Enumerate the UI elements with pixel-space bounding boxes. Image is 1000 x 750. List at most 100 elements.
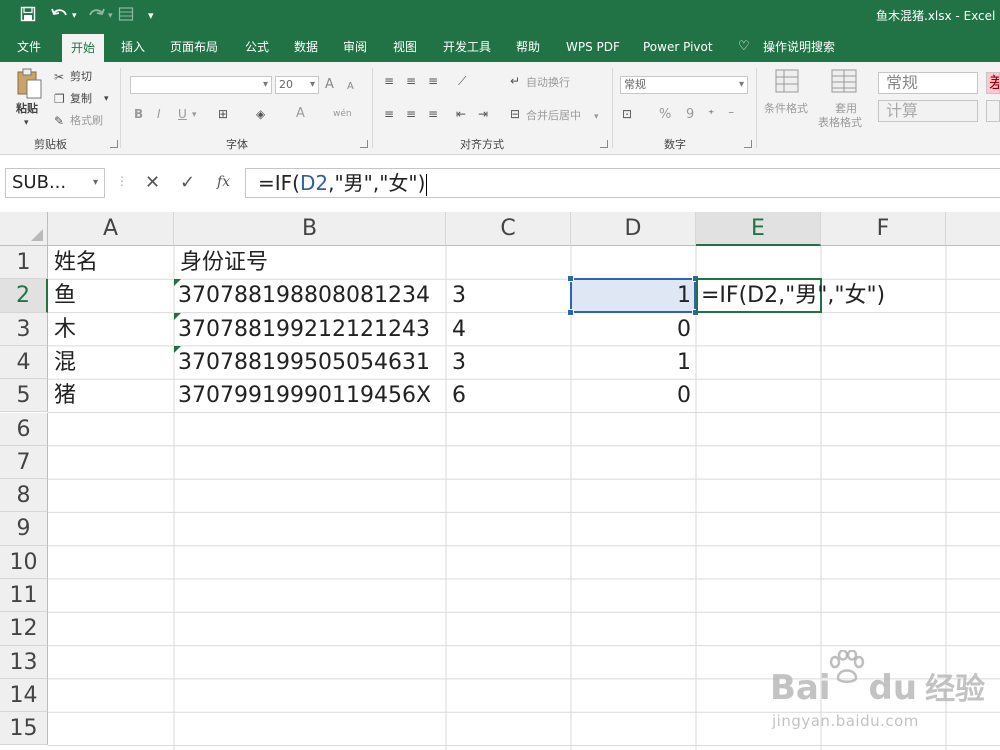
undo-dropdown-icon[interactable]: ▾ [72,6,77,26]
font-color-icon[interactable]: A [296,107,305,121]
cell-c4[interactable]: 3 [446,346,571,379]
orientation-icon[interactable]: ⟋ [458,74,466,88]
tab-formulas[interactable]: 公式 [245,32,269,62]
format-as-table-button[interactable]: 套用 表格格式 [818,68,874,148]
redo-dropdown-icon[interactable]: ▾ [108,6,113,26]
wrap-text-button[interactable]: 自动换行 [526,76,570,90]
paste-dropdown-icon[interactable]: ▾ [24,116,29,130]
row-header[interactable]: 14 [0,678,48,713]
save-icon[interactable] [20,6,36,27]
style-calculation[interactable]: 计算 [878,100,978,122]
row-header[interactable]: 5 [0,379,48,413]
select-all-button[interactable] [0,212,48,246]
row-header[interactable]: 7 [0,445,48,480]
tell-me-search[interactable]: 操作说明搜索 [763,32,835,62]
font-size-combo[interactable]: 20 ▾ [275,76,319,94]
row-header[interactable]: 10 [0,545,48,579]
row-header[interactable]: 4 [0,345,48,380]
copy-button[interactable]: 复制 [70,92,92,106]
clipboard-launcher-icon[interactable] [110,140,118,148]
tab-home[interactable]: 开始 [62,34,105,62]
underline-button[interactable]: U [178,107,187,121]
grow-font-icon[interactable]: A [325,78,334,92]
cell-d5[interactable]: 0 [571,379,696,412]
cell-c3[interactable]: 4 [446,313,571,346]
paste-button[interactable]: 粘贴 [14,68,44,116]
conditional-formatting-button[interactable]: 条件格式 [764,68,814,148]
column-header-c[interactable]: C [446,212,571,246]
shrink-font-icon[interactable]: A [347,80,354,94]
tab-help[interactable]: 帮助 [516,32,540,62]
alignment-launcher-icon[interactable] [600,140,608,148]
merge-dropdown-icon[interactable]: ▾ [594,110,599,124]
insert-function-icon[interactable]: fx [217,174,230,190]
increase-decimal-icon[interactable]: ⁺ [708,107,714,121]
formula-input[interactable]: =IF(D2,"男","女") [245,168,1000,198]
row-header[interactable]: 8 [0,479,48,513]
column-header-g[interactable] [946,212,1000,246]
decrease-decimal-icon[interactable]: ⁻ [728,107,734,121]
copy-dropdown-icon[interactable]: ▾ [104,92,109,106]
underline-dropdown-icon[interactable]: ▾ [192,108,197,122]
cell-a4[interactable]: 混 [48,346,174,379]
cell-c2[interactable]: 3 [446,279,571,312]
cell-a3[interactable]: 木 [48,313,174,346]
cell-c5[interactable]: 6 [446,379,571,412]
tab-file[interactable]: 文件 [17,32,41,62]
column-header-d[interactable]: D [571,212,696,246]
align-right-icon[interactable]: ≡ [428,107,438,121]
align-center-icon[interactable]: ≡ [406,107,416,121]
phonetic-icon[interactable]: wén [333,107,352,121]
align-top-icon[interactable]: ≡ [384,74,394,88]
row-header[interactable]: 1 [0,246,48,280]
cell-b3[interactable]: 370788199212121243 [174,312,446,346]
cell-a2[interactable]: 鱼 [48,279,174,312]
cell-b1[interactable]: 身份证号 [174,246,446,279]
comma-button[interactable]: 9 [686,108,694,122]
format-painter-button[interactable]: 格式刷 [70,114,103,128]
style-check-cell[interactable] [986,100,1000,122]
name-box[interactable]: SUB... ▾ [5,168,105,198]
cell-d3[interactable]: 0 [571,313,696,346]
row-header[interactable]: 2 [0,279,48,313]
borders-icon[interactable]: ⊞ [218,107,228,121]
accounting-icon[interactable]: ⊡ [622,107,632,121]
column-header-a[interactable]: A [48,212,174,246]
redo-icon[interactable] [86,6,106,27]
align-left-icon[interactable]: ≡ [384,107,394,121]
cut-button[interactable]: 剪切 [70,70,92,84]
font-launcher-icon[interactable] [360,140,368,148]
decrease-indent-icon[interactable]: ⇤ [456,107,466,121]
merge-center-button[interactable]: 合并后居中 [526,109,581,123]
row-header[interactable]: 12 [0,612,48,646]
cell-d4[interactable]: 1 [571,346,696,379]
font-name-combo[interactable]: ▾ [130,76,272,94]
cell-d2[interactable]: 1 [571,279,696,312]
column-header-b[interactable]: B [174,212,446,246]
number-format-combo[interactable]: 常规 ▾ [620,76,748,94]
cell-b2[interactable]: 370788198808081234 [174,279,446,312]
row-header[interactable]: 3 [0,312,48,346]
undo-icon[interactable] [50,6,70,27]
tab-review[interactable]: 审阅 [343,32,367,62]
row-header[interactable]: 6 [0,412,48,446]
row-header[interactable]: 11 [0,579,48,613]
italic-button[interactable]: I [157,107,161,121]
customize-icon[interactable]: ▾ [148,6,154,26]
form-icon[interactable] [118,6,134,27]
cell-a5[interactable]: 猪 [48,379,174,412]
tab-page-layout[interactable]: 页面布局 [170,32,218,62]
cancel-icon[interactable]: ✕ [145,172,160,193]
cell-b5[interactable]: 37079919990119456X [174,379,446,412]
style-bad[interactable]: 差 [986,72,1000,94]
bold-button[interactable]: B [134,107,143,121]
cell-a1[interactable]: 姓名 [48,246,174,279]
percent-button[interactable]: % [659,108,671,122]
tab-power-pivot[interactable]: Power Pivot [643,32,713,62]
tab-data[interactable]: 数据 [294,32,318,62]
column-header-f[interactable]: F [821,212,946,246]
fill-color-icon[interactable]: ◈ [256,107,265,121]
cell-e2-editor[interactable]: =IF(D2,"男","女") [701,279,885,312]
row-header[interactable]: 15 [0,712,48,746]
tab-view[interactable]: 视图 [393,32,417,62]
